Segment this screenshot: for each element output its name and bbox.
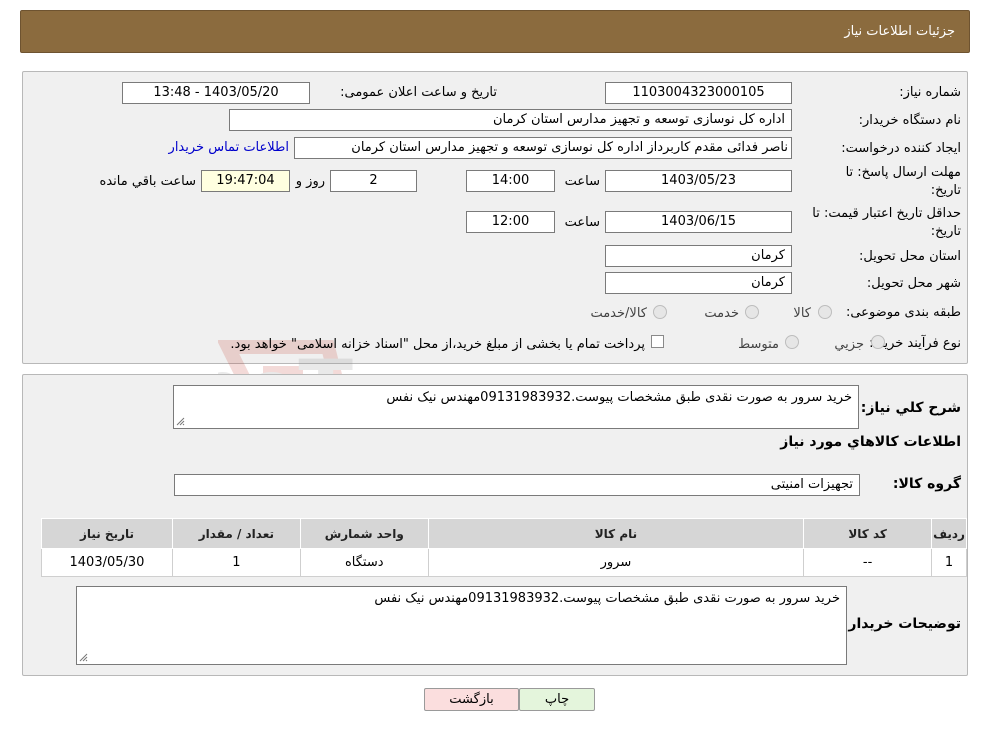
resize-grip-icon[interactable] (79, 653, 88, 662)
goods-group-field: تجهیزات امنیتی (174, 474, 860, 496)
need-number-field: 1103004323000105 (605, 82, 792, 104)
remaining-days-field: 2 (330, 170, 417, 192)
validity-time-label: ساعت (564, 215, 600, 230)
cell-qty: 1 (171, 548, 301, 577)
buyer-notes-textarea[interactable]: خرید سرور به صورت نقدی طبق مشخصات پیوست.… (76, 586, 847, 665)
buyer-notes-label: توضیحات خریدار: (842, 616, 961, 632)
summary-textarea[interactable]: خرید سرور به صورت نقدی طبق مشخصات پیوست.… (173, 385, 859, 429)
page-title: جزئیات اطلاعات نیاز (844, 24, 955, 39)
back-button[interactable]: بازگشت (424, 688, 519, 711)
category-both-radio[interactable] (653, 305, 667, 319)
creator-field: ناصر فدائی مقدم کاربرداز اداره کل نوسازی… (294, 137, 792, 159)
resize-grip-icon[interactable] (176, 417, 185, 426)
category-service-label: خدمت (704, 306, 739, 321)
buyer-org-label: نام دستگاه خریدار: (858, 113, 961, 128)
validity-label: حداقل تاریخ اعتبار قیمت: تا (812, 206, 961, 221)
goods-group-label: گروه کالا: (892, 476, 961, 492)
treasury-bonds-note: پرداخت تمام یا بخشی از مبلغ خرید،از محل … (230, 337, 645, 352)
need-number-label: شماره نیاز: (899, 85, 961, 100)
remaining-time-field: 19:47:04 (201, 170, 290, 192)
category-label: طبقه بندی موضوعی: (845, 305, 961, 320)
process-minor-label: جزیي (834, 337, 864, 352)
deadline-time-field: 14:00 (466, 170, 555, 192)
cell-unit: دستگاه (299, 548, 429, 577)
need-details-panel: شرح کلي نياز: خرید سرور به صورت نقدی طبق… (22, 374, 968, 676)
cell-date: 1403/05/30 (41, 548, 173, 577)
col-row: رديف (931, 518, 967, 549)
table-row: 1 -- سرور دستگاه 1 1403/05/30 (41, 548, 967, 577)
summary-text: خرید سرور به صورت نقدی طبق مشخصات پیوست.… (386, 390, 852, 405)
category-goods-radio[interactable] (818, 305, 832, 319)
cell-code: -- (803, 548, 933, 577)
deadline-label: مهلت ارسال پاسخ: تا (845, 165, 961, 180)
deadline-time-label: ساعت (564, 174, 600, 189)
col-date: تاریخ نیاز (41, 518, 173, 549)
buyer-contact-link[interactable]: اطلاعات تماس خریدار (169, 140, 289, 155)
days-label: روز و (295, 174, 325, 189)
col-unit: واحد شمارش (299, 518, 429, 549)
goods-table-header: رديف کد کالا نام کالا واحد شمارش تعداد /… (41, 518, 967, 549)
deadline-date-field: 1403/05/23 (605, 170, 792, 192)
summary-label: شرح کلي نياز: (860, 400, 961, 416)
category-service-radio[interactable] (745, 305, 759, 319)
city-label: شهر محل تحویل: (866, 276, 961, 291)
cell-name: سرور (427, 548, 805, 577)
city-field: کرمان (605, 272, 792, 294)
announce-label: تاریخ و ساعت اعلان عمومی: (340, 85, 497, 100)
deadline-label-date: تاریخ: (930, 183, 961, 198)
col-qty: تعداد / مقدار (171, 518, 301, 549)
page-header: جزئیات اطلاعات نیاز (20, 10, 970, 53)
treasury-bonds-checkbox[interactable] (651, 335, 664, 348)
goods-table: رديف کد کالا نام کالا واحد شمارش تعداد /… (41, 518, 967, 577)
creator-label: ایجاد کننده درخواست: (841, 141, 961, 156)
province-label: استان محل تحویل: (859, 249, 961, 264)
category-both-label: کالا/خدمت (590, 306, 647, 321)
validity-date-field: 1403/06/15 (605, 211, 792, 233)
process-medium-label: متوسط (738, 337, 779, 352)
validity-label-date: تاریخ: (930, 224, 961, 239)
goods-section-title: اطلاعات کالاهاي مورد نياز (780, 434, 961, 450)
announce-datetime-field: 1403/05/20 - 13:48 (122, 82, 310, 104)
print-button[interactable]: چاپ (519, 688, 595, 711)
process-medium-radio[interactable] (785, 335, 799, 349)
remaining-label: ساعت باقي مانده (99, 174, 196, 189)
validity-time-field: 12:00 (466, 211, 555, 233)
process-minor-radio[interactable] (871, 335, 885, 349)
cell-row: 1 (931, 548, 967, 577)
buyer-org-field: اداره کل نوسازی توسعه و تجهیز مدارس استا… (229, 109, 792, 131)
col-name: نام کالا (427, 518, 805, 549)
province-field: کرمان (605, 245, 792, 267)
col-code: کد کالا (803, 518, 933, 549)
need-info-panel: AriaTender.neT شماره نیاز: 1103004323000… (22, 71, 968, 454)
category-goods-label: کالا (793, 306, 811, 321)
buyer-notes-text: خرید سرور به صورت نقدی طبق مشخصات پیوست.… (374, 591, 840, 606)
